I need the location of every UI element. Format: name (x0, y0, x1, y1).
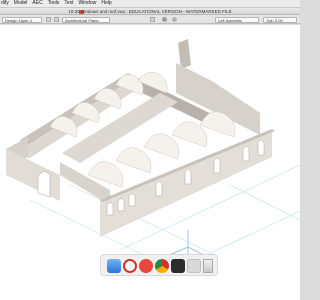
render-mode-button[interactable] (150, 17, 155, 22)
app-window: dify Model AEC Tools Text Window Help 10… (0, 0, 300, 300)
projection-icon[interactable] (162, 17, 167, 22)
chrome-icon[interactable] (155, 259, 169, 273)
app-icon[interactable] (187, 259, 201, 273)
dock (0, 254, 300, 300)
menu-model[interactable]: Model (14, 0, 28, 7)
title-bar: 10-20 windows and roof.vwx : EDUCATIONAL… (0, 8, 300, 15)
view-dropdown-value: Left Isometric (218, 17, 243, 23)
view-dropdown[interactable]: Left Isometric (215, 16, 259, 23)
left-end-wall (6, 149, 60, 201)
dock-shelf (100, 254, 218, 276)
menu-bar: dify Model AEC Tools Text Window Help (0, 0, 300, 8)
vivaldi-icon[interactable] (139, 259, 153, 273)
menu-text[interactable]: Text (64, 0, 73, 7)
menu-help[interactable]: Help (101, 0, 111, 7)
menu-window[interactable]: Window (79, 0, 97, 7)
trash-icon[interactable] (203, 259, 213, 273)
menu-modify[interactable]: dify (1, 0, 9, 7)
opera-icon[interactable] (123, 259, 137, 273)
chimney-stack (178, 39, 191, 69)
zoom-field-value: Tpk: 0.00 (266, 17, 283, 23)
vectorworks-icon[interactable] (171, 259, 185, 273)
menu-tools[interactable]: Tools (48, 0, 60, 7)
isometric-model-view[interactable] (0, 25, 300, 270)
window-title: 10-20 windows and roof.vwx : EDUCATIONAL… (68, 9, 232, 14)
drawing-viewport[interactable] (0, 25, 300, 270)
menu-aec[interactable]: AEC (32, 0, 42, 7)
finder-icon[interactable] (107, 259, 121, 273)
layer-dropdown[interactable]: Architectural Plans (62, 16, 110, 23)
zoom-field[interactable]: Tpk: 0.00 (263, 16, 297, 23)
class-dropdown[interactable]: Design Layer-1 (2, 16, 42, 23)
class-dropdown-value: Design Layer-1 (5, 17, 33, 23)
end-wall-arch-opening (37, 171, 51, 198)
layer-dropdown-value: Architectural Plans (65, 17, 99, 23)
view-bar: Design Layer-1 Architectural Plans Left … (0, 15, 300, 24)
layer-options-button[interactable] (54, 17, 59, 22)
class-options-button[interactable] (46, 17, 51, 22)
render-icon[interactable] (172, 17, 177, 22)
